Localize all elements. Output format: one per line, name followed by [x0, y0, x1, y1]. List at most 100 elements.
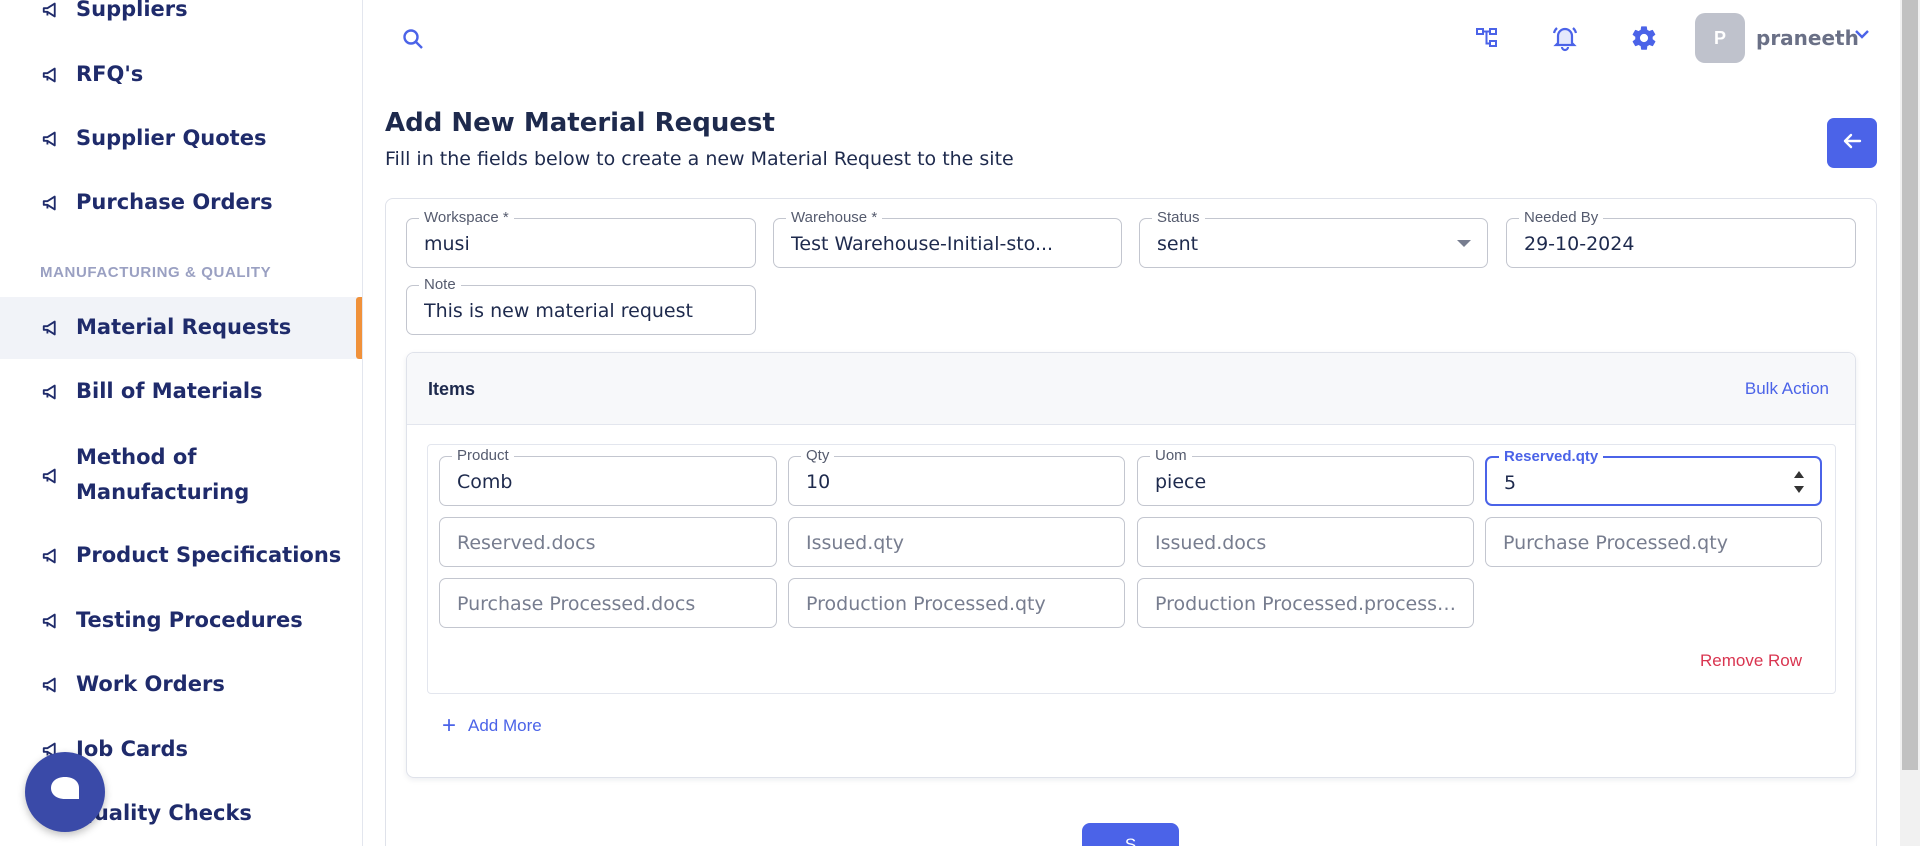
needed-by-field[interactable]: Needed By 29-10-2024 [1506, 209, 1856, 268]
field-placeholder: Purchase Processed.docs [457, 593, 696, 615]
field-placeholder: Issued.qty [806, 532, 904, 554]
arrow-left-icon [1840, 129, 1864, 158]
production-processed-process-field[interactable]: Production Processed.process D... [1137, 578, 1474, 628]
chat-icon [48, 775, 82, 810]
sidebar-item-purchase-orders[interactable]: Purchase Orders [0, 185, 362, 221]
uom-field[interactable]: Uom piece [1137, 447, 1474, 506]
field-value: 10 [806, 471, 831, 493]
field-placeholder: Reserved.docs [457, 532, 596, 554]
field-label: Note [419, 276, 461, 294]
warehouse-field[interactable]: Warehouse * Test Warehouse-Initial-sto..… [773, 209, 1122, 268]
field-placeholder: Production Processed.qty [806, 593, 1046, 615]
megaphone-icon [40, 127, 64, 151]
issued-docs-field[interactable]: Issued.docs [1137, 517, 1474, 567]
sidebar-item-suppliers[interactable]: Suppliers [0, 0, 362, 28]
reserved-docs-field[interactable]: Reserved.docs [439, 517, 777, 567]
field-value: musi [424, 233, 470, 255]
chat-launcher-button[interactable] [25, 752, 105, 832]
page-scrollbar[interactable] [1900, 0, 1920, 846]
field-value: This is new material request [424, 300, 693, 322]
save-button[interactable]: S [1082, 823, 1179, 846]
megaphone-icon [40, 316, 64, 340]
add-more-button[interactable]: + Add More [442, 712, 542, 739]
sidebar-item-supplier-quotes[interactable]: Supplier Quotes [0, 121, 362, 157]
purchase-processed-docs-field[interactable]: Purchase Processed.docs [439, 578, 777, 628]
field-label: Uom [1150, 447, 1192, 465]
top-bar [364, 0, 1900, 76]
bell-icon[interactable] [1549, 22, 1581, 54]
sidebar-item-bill-of-materials[interactable]: Bill of Materials [0, 374, 362, 410]
sidebar-item-label: Method of Manufacturing [76, 445, 250, 504]
sidebar-item-label: Material Requests [76, 315, 292, 339]
field-value: 29-10-2024 [1524, 233, 1635, 255]
field-value: Comb [457, 471, 513, 493]
number-stepper[interactable] [1792, 471, 1806, 493]
search-icon[interactable] [398, 24, 428, 54]
megaphone-icon [40, 63, 64, 87]
purchase-processed-qty-field[interactable]: Purchase Processed.qty [1485, 517, 1822, 567]
username[interactable]: praneeth [1756, 26, 1859, 50]
field-placeholder: Purchase Processed.qty [1503, 532, 1728, 554]
items-header: Items Bulk Action [407, 353, 1855, 425]
product-field[interactable]: Product Comb [439, 447, 777, 506]
note-field[interactable]: Note This is new material request [406, 276, 756, 335]
page-subtitle: Fill in the fields below to create a new… [385, 148, 1014, 170]
field-label: Product [452, 447, 514, 465]
issued-qty-field[interactable]: Issued.qty [788, 517, 1125, 567]
back-button[interactable] [1827, 118, 1877, 168]
megaphone-icon [40, 673, 64, 697]
page-title: Add New Material Request [385, 108, 775, 138]
workspace-field[interactable]: Workspace * musi [406, 209, 756, 268]
hierarchy-icon[interactable] [1472, 23, 1502, 53]
field-placeholder: Production Processed.process D... [1155, 593, 1459, 615]
sidebar-item-label: Supplier Quotes [76, 126, 267, 150]
status-select[interactable]: Status sent [1139, 209, 1488, 268]
qty-field[interactable]: Qty 10 [788, 447, 1125, 506]
production-processed-qty-field[interactable]: Production Processed.qty [788, 578, 1125, 628]
field-label: Workspace * [419, 209, 514, 227]
avatar[interactable]: P [1695, 13, 1745, 63]
sidebar-item-material-requests[interactable]: Material Requests [0, 297, 362, 359]
megaphone-icon [40, 544, 64, 568]
sidebar-item-product-specifications[interactable]: Product Specifications [0, 538, 362, 574]
chevron-down-icon[interactable] [1850, 22, 1874, 46]
megaphone-icon [40, 464, 64, 488]
sidebar-item-label: Purchase Orders [76, 190, 273, 214]
field-value: Test Warehouse-Initial-sto... [791, 233, 1054, 255]
field-label: Qty [801, 447, 835, 465]
field-label: Warehouse * [786, 209, 883, 227]
sidebar-item-label: Bill of Materials [76, 379, 263, 403]
field-value: 5 [1504, 472, 1517, 494]
megaphone-icon [40, 0, 64, 22]
active-indicator [356, 297, 362, 359]
field-value: sent [1157, 233, 1199, 255]
megaphone-icon [40, 380, 64, 404]
bulk-action-button[interactable]: Bulk Action [1745, 379, 1829, 399]
megaphone-icon [40, 609, 64, 633]
sidebar-item-rfqs[interactable]: RFQ's [0, 57, 362, 93]
sidebar-item-label: Suppliers [76, 0, 188, 21]
sidebar-item-testing-procedures[interactable]: Testing Procedures [0, 603, 362, 639]
add-more-label: Add More [468, 716, 542, 735]
field-label: Needed By [1519, 209, 1604, 227]
sidebar-item-label: RFQ's [76, 62, 144, 86]
caret-down-icon [1457, 240, 1471, 247]
field-value: piece [1155, 471, 1207, 493]
field-label: Status [1152, 209, 1205, 227]
app-window: Suppliers RFQ's Supplier Quotes Purchase… [0, 0, 1920, 846]
items-title: Items [428, 379, 476, 399]
scrollbar-thumb[interactable] [1902, 0, 1918, 770]
sidebar-section-label: MANUFACTURING & QUALITY [40, 264, 272, 281]
sidebar-item-label: Work Orders [76, 672, 225, 696]
gear-icon[interactable] [1628, 22, 1660, 54]
sidebar-item-method-of-manufacturing[interactable]: Method of Manufacturing [0, 440, 362, 512]
sidebar-item-label: Job Cards [76, 737, 189, 761]
field-label: Reserved.qty [1499, 448, 1604, 466]
sidebar-item-work-orders[interactable]: Work Orders [0, 667, 362, 703]
reserved-qty-field[interactable]: Reserved.qty 5 [1485, 448, 1822, 506]
megaphone-icon [40, 191, 64, 215]
sidebar-item-label: Product Specifications [76, 543, 342, 567]
plus-icon: + [442, 712, 457, 739]
sidebar: Suppliers RFQ's Supplier Quotes Purchase… [0, 0, 363, 846]
remove-row-button[interactable]: Remove Row [1700, 651, 1802, 671]
